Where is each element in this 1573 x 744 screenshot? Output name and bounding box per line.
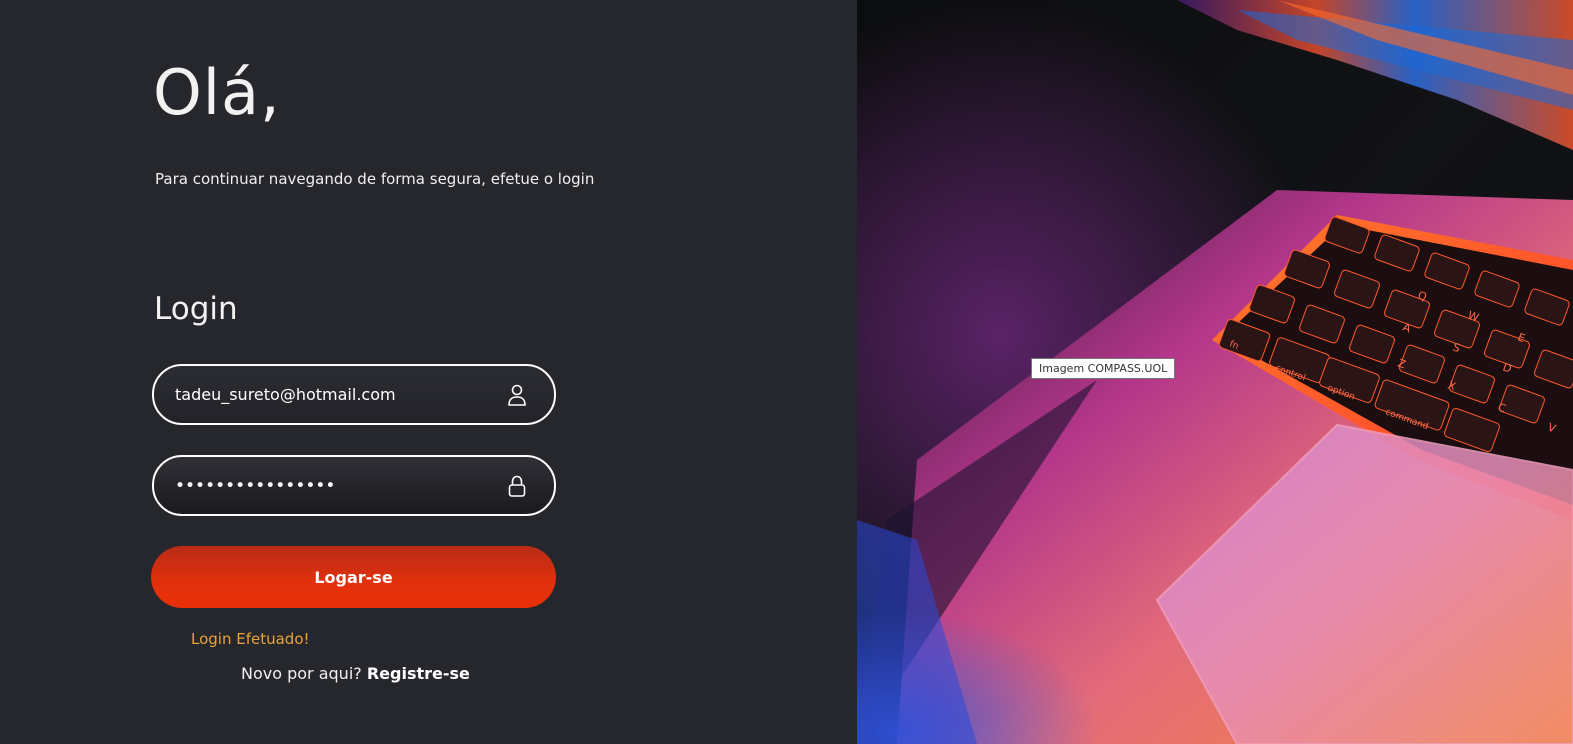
hero-image: fn control option command A S D W E Q Z … (857, 0, 1573, 744)
email-field-wrapper (152, 364, 556, 425)
email-input[interactable] (154, 366, 506, 423)
laptop-illustration: fn control option command A S D W E Q Z … (857, 0, 1573, 744)
password-field-wrapper (152, 455, 556, 516)
register-prompt: Novo por aqui? (241, 664, 362, 683)
login-title: Login (154, 291, 238, 327)
login-subtitle: Para continuar navegando de forma segura… (155, 170, 595, 188)
image-tooltip: Imagem COMPASS.UOL (1031, 358, 1176, 379)
login-button[interactable]: Logar-se (151, 546, 556, 608)
register-line: Novo por aqui? Registre-se (241, 664, 470, 683)
login-page: Olá, Para continuar navegando de forma s… (0, 0, 1573, 744)
password-input[interactable] (154, 457, 506, 514)
login-panel: Olá, Para continuar navegando de forma s… (0, 0, 857, 744)
greeting-heading: Olá, (153, 56, 281, 129)
login-status-message: Login Efetuado! (191, 630, 310, 648)
register-link[interactable]: Registre-se (367, 664, 470, 683)
lock-icon (506, 475, 528, 497)
user-icon (506, 384, 528, 406)
